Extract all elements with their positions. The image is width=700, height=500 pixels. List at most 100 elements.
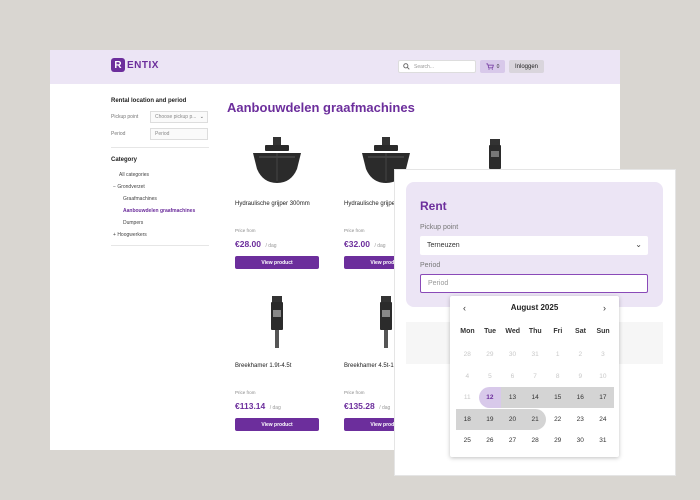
view-product-button[interactable]: View product [235,256,319,269]
pickup-label: Pickup point [111,114,139,120]
product-card[interactable]: Breekhamer 1.9t-4.5t Price from €113.14 … [235,292,319,431]
cart-count: 0 [496,63,500,70]
page-title: Aanbouwdelen graafmachines [227,100,415,115]
product-price: €28.00 [235,239,261,249]
calendar-day[interactable]: 21 [523,408,547,430]
search-input[interactable]: Search... [398,60,476,73]
calendar-day[interactable]: 28 [524,430,547,451]
calendar-day: 8 [555,372,560,380]
calendar-day: 28 [463,351,471,358]
divider [111,245,209,246]
price-label: Price from [235,390,256,395]
category-all[interactable]: All categories [111,172,209,178]
calendar-day[interactable]: 20 [501,408,524,430]
category-grondverzet[interactable]: − Grondverzet [111,184,209,190]
price-unit: / dag [379,405,391,411]
logo-mark: R [111,58,125,72]
calendar-day: 7 [533,372,537,380]
category-aanbouwdelen[interactable]: Aanbouwdelen graafmachines [111,208,209,214]
collapse-icon: − [113,184,116,190]
sidebar: Rental location and period Pickup point … [111,98,209,253]
category-title: Category [111,157,138,163]
weekday-label: Sat [575,328,586,335]
calendar-day[interactable]: 25 [456,430,479,451]
calendar-day: 6 [510,372,515,380]
rent-pickup-value: Terneuzen [427,242,460,249]
cart-button[interactable]: 0 [480,60,505,73]
calendar-day[interactable]: 30 [569,430,592,451]
period-label: Period [111,131,126,137]
view-product-button[interactable]: View product [235,418,319,431]
calendar-day: 30 [508,351,517,358]
price-unit: / dag [265,243,277,249]
product-name[interactable]: Hydraulische grijper 300mm [235,201,319,207]
rental-section-title: Rental location and period [111,98,187,104]
calendar-day: 1 [555,351,560,358]
calendar-day[interactable]: 27 [501,430,524,451]
calendar-day[interactable]: 29 [546,430,569,451]
chevron-down-icon: ⌄ [199,114,204,120]
next-month-button[interactable]: › [603,303,606,313]
product-price: €113.14 [235,401,266,411]
expand-icon: + [113,232,116,238]
calendar-day[interactable]: 15 [546,387,569,409]
calendar-month: August 2025 [510,303,559,312]
category-hoogwerkers[interactable]: + Hoogwerkers [111,232,209,238]
calendar-day[interactable]: 23 [569,409,592,430]
calendar-day: 9 [578,372,583,380]
calendar-day[interactable]: 16 [569,387,592,409]
weekday-label: Sun [596,328,610,335]
rent-pickup-label: Pickup point [420,224,459,231]
product-price: €135.28 [344,401,375,411]
search-icon [403,63,410,70]
price-unit: / dag [374,243,386,249]
divider [111,147,209,148]
rent-period-placeholder: Period [428,280,449,287]
rent-period-input[interactable]: Period [420,274,648,293]
date-picker: ‹ August 2025 › Mon Tue Wed Thu Fri Sat Sun 28… [450,296,619,457]
calendar-day[interactable]: 13 [501,387,524,409]
calendar-day[interactable]: 19 [478,408,502,430]
calendar-day[interactable]: 24 [592,409,615,430]
calendar-day[interactable]: 18 [456,408,479,430]
calendar-day: 5 [488,372,492,380]
weekday-label: Wed [505,328,521,335]
calendar-day: 4 [465,372,470,380]
weekday-label: Mon [460,328,475,335]
breaker-hammer-icon [235,292,319,354]
calendar-day[interactable]: 31 [592,430,615,451]
product-card[interactable]: Hydraulische grijper 300mm Price from €2… [235,130,319,269]
calendar-day: 2 [578,351,583,358]
login-button[interactable]: Inloggen [509,60,544,73]
category-dumpers[interactable]: Dumpers [111,220,209,226]
period-placeholder: Period [155,131,170,137]
calendar-day: 11 [463,394,471,402]
calendar-day: 10 [599,372,607,380]
grab-bucket-icon [235,130,319,192]
product-name[interactable]: Breekhamer 1.9t-4.5t [235,363,319,369]
pickup-select[interactable]: Choose pickup p... ⌄ [150,111,208,123]
search-placeholder: Search... [414,63,435,70]
period-input[interactable]: Period [150,128,208,140]
chevron-down-icon: ⌄ [635,240,642,249]
cart-icon [485,63,494,70]
pickup-value: Choose pickup p... [155,114,197,120]
calendar-day[interactable]: 17 [591,387,615,409]
calendar-day[interactable]: 26 [479,430,502,451]
calendar-day[interactable]: 22 [546,409,569,430]
site-header: R ENTIX Search... 0 Inloggen [50,50,620,84]
rent-pickup-select[interactable]: Terneuzen ⌄ [420,236,648,255]
calendar-day[interactable]: 12 [478,387,502,409]
rent-period-label: Period [420,262,441,269]
rent-panel: Rent Pickup point Terneuzen ⌄ Period Per… [406,182,663,307]
calendar-day: 29 [486,351,494,358]
price-unit: / dag [269,405,281,411]
calendar-day: 3 [601,351,605,358]
calendar-day[interactable]: 14 [523,387,547,409]
weekday-label: Thu [528,328,542,335]
category-graafmachines[interactable]: Graafmachines [111,196,209,202]
price-label: Price from [235,228,256,233]
calendar-day: 31 [531,351,539,358]
rent-title: Rent [420,199,447,213]
logo[interactable]: R ENTIX [111,58,159,72]
